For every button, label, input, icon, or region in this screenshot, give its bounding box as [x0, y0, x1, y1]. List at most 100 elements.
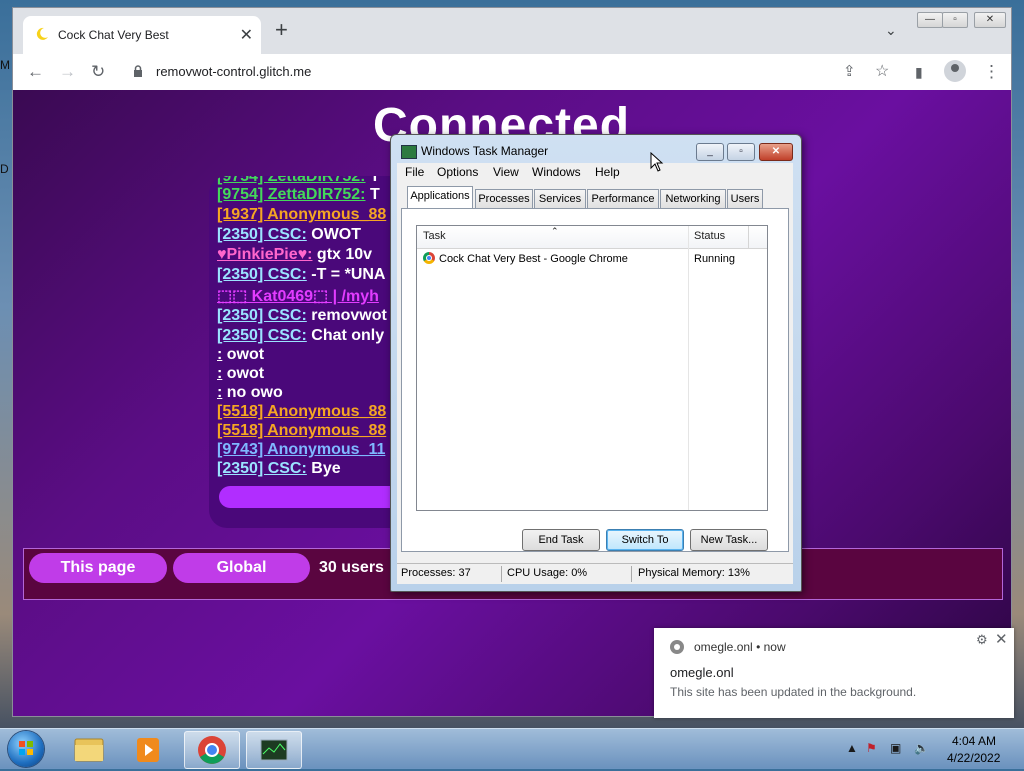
chat-message: [1937] Anonymous_88	[217, 206, 386, 224]
menu-dots-icon[interactable]: ⋮	[983, 62, 1000, 82]
task-manager-icon	[260, 739, 288, 761]
taskbar-chrome[interactable]	[184, 731, 240, 769]
menu-options[interactable]: Options	[437, 165, 478, 179]
minimize-button[interactable]: —	[917, 12, 943, 28]
chat-username[interactable]: [2350] CSC:	[217, 226, 307, 243]
task-status: Running	[694, 253, 735, 265]
reload-icon[interactable]: ↻	[91, 62, 105, 82]
new-task-button[interactable]: New Task...	[690, 529, 768, 551]
profile-avatar[interactable]	[944, 60, 966, 82]
tab-title: Cock Chat Very Best	[58, 28, 169, 42]
chrome-icon	[423, 252, 435, 264]
task-list[interactable]: Task ⌃ Status Cock Chat Very Best - Goog…	[416, 225, 768, 511]
tab-close-icon[interactable]: ✕	[240, 25, 253, 45]
start-button[interactable]	[8, 731, 44, 767]
end-task-button[interactable]: End Task	[522, 529, 600, 551]
chat-message: [2350] CSC: OWOT	[217, 226, 361, 244]
taskbar-explorer[interactable]	[62, 731, 116, 767]
show-hidden-icons-icon[interactable]: ▲	[846, 741, 858, 755]
menu-file[interactable]: File	[405, 165, 424, 179]
chat-username[interactable]: [9743] Anonymous_11	[217, 441, 385, 458]
column-divider	[748, 226, 749, 248]
tab-users[interactable]: Users	[727, 189, 763, 208]
chat-username[interactable]: [2350] CSC:	[217, 307, 307, 324]
media-player-icon	[137, 738, 159, 762]
forward-arrow-icon[interactable]: →	[59, 62, 76, 82]
chat-username[interactable]: [5518] Anonymous_88	[217, 422, 386, 439]
chat-message: ♥PinkiePie♥: gtx 10v	[217, 246, 372, 264]
tab-services[interactable]: Services	[534, 189, 586, 208]
new-tab-button[interactable]: +	[275, 19, 288, 41]
network-icon[interactable]: ▣	[890, 741, 901, 755]
tab-networking[interactable]: Networking	[660, 189, 726, 208]
menu-windows[interactable]: Windows	[532, 165, 581, 179]
chat-text: Bye	[306, 460, 341, 477]
tab-processes[interactable]: Processes	[475, 189, 533, 208]
users-count: 30 users	[319, 559, 384, 576]
tm-minimize-button[interactable]: _	[696, 143, 724, 161]
chat-text: owot	[222, 365, 265, 382]
taskbar-task-manager[interactable]	[246, 731, 302, 769]
chat-username[interactable]: [9754] ZettaDIR752:	[217, 186, 366, 203]
chat-username[interactable]: [9754] ZettaDIR752:	[217, 176, 366, 185]
tab-performance[interactable]: Performance	[587, 189, 659, 208]
chat-username[interactable]: [5518] Anonymous_88	[217, 403, 386, 420]
task-manager-window: Windows Task Manager _ ▫ ✕ File Options …	[390, 134, 802, 592]
volume-icon[interactable]: 🔈	[914, 741, 929, 755]
global-button[interactable]: Global	[173, 553, 310, 583]
chat-message: [2350] CSC: removwot	[217, 307, 387, 325]
column-status[interactable]: Status	[694, 230, 725, 242]
address-bar[interactable]: removwot-control.glitch.me	[156, 64, 311, 79]
taskbar-media-player[interactable]	[122, 731, 176, 767]
tm-maximize-button[interactable]: ▫	[727, 143, 755, 161]
menu-view[interactable]: View	[493, 165, 519, 179]
lock-icon[interactable]	[133, 65, 143, 77]
browser-tab[interactable]: Cock Chat Very Best ✕	[23, 16, 261, 54]
processes-count: Processes: 37	[401, 567, 471, 579]
switch-to-button[interactable]: Switch To	[606, 529, 684, 551]
chat-text: gtx 10v	[312, 246, 373, 263]
chrome-notification[interactable]: omegle.onl • now ⚙ ✕ omegle.onl This sit…	[654, 628, 1014, 718]
moon-favicon-icon	[36, 27, 48, 40]
chat-send-bar[interactable]	[219, 486, 409, 508]
menu-help[interactable]: Help	[595, 165, 620, 179]
chat-text: -T = *UNA	[306, 266, 386, 283]
close-button[interactable]: ✕	[974, 12, 1006, 28]
chat-username[interactable]: ⬚⬚ Kat0469⬚ | /myh	[217, 288, 379, 305]
gear-icon[interactable]: ⚙	[976, 632, 988, 648]
action-center-icon[interactable]: ⚑	[866, 741, 877, 755]
bookmark-star-icon[interactable]: ☆	[875, 62, 889, 82]
physical-memory: Physical Memory: 13%	[638, 567, 750, 579]
clock-time[interactable]: 4:04 AM	[952, 734, 996, 748]
clock-date[interactable]: 4/22/2022	[947, 751, 1000, 765]
tm-close-button[interactable]: ✕	[759, 143, 793, 161]
chat-message: ⬚⬚ Kat0469⬚ | /myh	[217, 286, 379, 306]
notification-origin: omegle.onl	[694, 640, 753, 654]
table-row[interactable]: Cock Chat Very Best - Google Chrome Runn…	[417, 250, 767, 268]
notification-title: omegle.onl	[670, 665, 734, 680]
chat-username[interactable]: [2350] CSC:	[217, 460, 307, 477]
chat-box: [9754] ZettaDIR752: T [9754] ZettaDIR752:…	[209, 176, 409, 528]
chat-username[interactable]: [2350] CSC:	[217, 327, 307, 344]
chat-message: [9754] ZettaDIR752: T	[217, 176, 380, 186]
tab-applications[interactable]: Applications	[407, 186, 473, 209]
column-task[interactable]: Task	[423, 230, 446, 242]
chat-message: [2350] CSC: Bye	[217, 460, 341, 478]
task-name: Cock Chat Very Best - Google Chrome	[439, 253, 628, 265]
this-page-button[interactable]: This page	[29, 553, 167, 583]
chat-text: OWOT	[306, 226, 362, 243]
notification-close-icon[interactable]: ✕	[995, 630, 1008, 648]
notification-body: This site has been updated in the backgr…	[670, 685, 917, 699]
side-panel-icon[interactable]: ▮	[915, 62, 923, 82]
notification-time: • now	[756, 640, 786, 654]
chat-text: owot	[222, 346, 265, 363]
chat-text: removwot	[306, 307, 387, 324]
tab-search-chevron-icon[interactable]: ⌄	[885, 22, 897, 39]
share-icon[interactable]: ⇪	[843, 62, 856, 82]
chat-username[interactable]: [1937] Anonymous_88	[217, 206, 386, 223]
maximize-button[interactable]: ▫	[942, 12, 968, 28]
toolbar: ← → ↻ removwot-control.glitch.me ⇪ ☆ ▮ ⋮	[13, 54, 1011, 90]
chat-username[interactable]: ♥PinkiePie♥:	[217, 246, 312, 263]
back-arrow-icon[interactable]: ←	[27, 62, 44, 82]
chat-username[interactable]: [2350] CSC:	[217, 266, 307, 283]
